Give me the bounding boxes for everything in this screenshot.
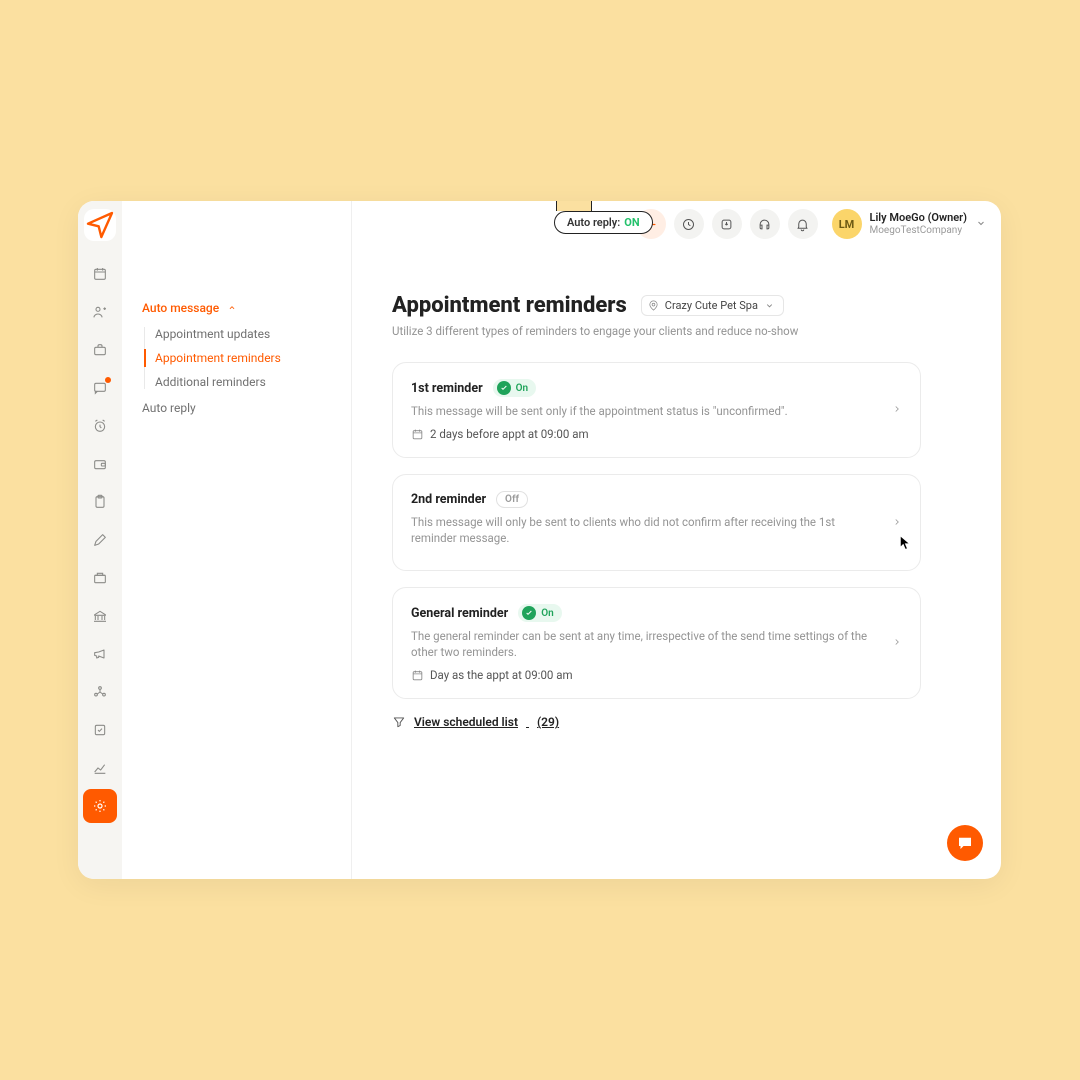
wallet-icon [92,456,108,472]
reminder-card-2nd[interactable]: 2nd reminder Off This message will only … [392,474,921,571]
gear-icon [92,798,108,814]
app-logo[interactable] [84,209,116,241]
user-company: MoegoTestCompany [870,225,968,237]
chevron-right-icon [892,403,902,417]
calendar-icon [92,266,108,282]
reminder-card-general[interactable]: General reminder On The general reminder… [392,587,921,699]
clock-icon [681,217,696,232]
rail-wallet[interactable] [83,447,117,481]
megaphone-icon [92,646,108,662]
calendar-icon [411,669,424,682]
rail-network[interactable] [83,675,117,709]
notification-dot-icon [105,377,111,383]
view-list-label: View scheduled list [414,715,518,729]
avatar: LM [832,209,862,239]
reminder-title: 2nd reminder [411,492,486,507]
check-icon [497,381,511,395]
nodes-icon [92,684,108,700]
calendar-icon [411,428,424,441]
rail-clock[interactable] [83,409,117,443]
reminder-description: This message will only be sent to client… [411,514,868,546]
chevron-right-icon [892,516,902,530]
sidebar-item-appointment-updates[interactable]: Appointment updates [155,327,331,341]
chevron-right-icon [892,636,902,650]
clipboard-icon [92,494,108,510]
rail-edit[interactable] [83,523,117,557]
reminder-description: The general reminder can be sent at any … [411,628,868,660]
sidebar-item-auto-reply[interactable]: Auto reply [142,401,196,415]
paper-plane-icon [84,209,116,241]
recent-button[interactable] [674,209,704,239]
pencil-icon [92,532,108,548]
checkbox-icon [92,722,108,738]
briefcase-icon [92,342,108,358]
chat-widget[interactable] [947,825,983,861]
user-menu[interactable]: LM Lily MoeGo (Owner) MoegoTestCompany [832,209,988,239]
store-icon [92,570,108,586]
sidebar-group-label: Auto message [142,301,219,315]
rail-settings[interactable] [83,789,117,823]
status-badge-off: Off [496,491,528,508]
rail-reports[interactable] [83,751,117,785]
autoreply-label: Auto reply: [567,216,620,229]
bank-icon [92,608,108,624]
chat-bubble-icon [956,834,974,852]
reminder-card-1st[interactable]: 1st reminder On This message will be sen… [392,362,921,458]
autoreply-state: ON [624,216,639,229]
alarm-icon [92,418,108,434]
reminder-description: This message will be sent only if the ap… [411,403,868,419]
status-badge-on: On [518,604,561,622]
pill-tail-icon [556,201,592,211]
headset-icon [757,217,772,232]
left-rail [78,201,122,879]
location-name: Crazy Cute Pet Spa [665,299,758,312]
status-badge-on: On [493,379,536,397]
location-selector[interactable]: Crazy Cute Pet Spa [641,295,784,316]
app-window: Auto reply: ON LM Lily MoeGo (Owner) Moe… [78,201,1001,879]
sidebar-group-auto-message[interactable]: Auto message [142,301,331,315]
rail-people[interactable] [83,295,117,329]
chevron-up-icon [227,303,237,313]
rail-checkbox[interactable] [83,713,117,747]
reminder-schedule: 2 days before appt at 09:00 am [411,427,868,441]
rail-messages[interactable] [83,371,117,405]
user-name: Lily MoeGo (Owner) [870,211,968,224]
rail-marketing[interactable] [83,637,117,671]
sidebar-item-appointment-reminders[interactable]: Appointment reminders [155,351,331,365]
settings-sidebar: Auto message Appointment updates Appoint… [122,201,352,879]
check-icon [522,606,536,620]
chevron-down-icon [764,300,775,311]
filter-icon [392,715,406,729]
view-scheduled-list-link[interactable]: View scheduled list (29) [392,715,921,729]
people-icon [92,304,108,320]
inbox-button[interactable] [712,209,742,239]
reminder-title: 1st reminder [411,381,483,396]
page-subtitle: Utilize 3 different types of reminders t… [392,324,921,338]
inbox-icon [719,217,734,232]
reminder-title: General reminder [411,606,508,621]
rail-calendar[interactable] [83,257,117,291]
reminder-schedule: Day as the appt at 09:00 am [411,668,868,682]
main-content: Appointment reminders Crazy Cute Pet Spa… [392,293,921,729]
chevron-down-icon [975,217,987,232]
autoreply-toggle[interactable]: Auto reply: ON [554,211,653,234]
view-list-count: (29) [537,715,559,729]
sidebar-item-additional-reminders[interactable]: Additional reminders [155,375,331,389]
rail-retail[interactable] [83,561,117,595]
rail-bank[interactable] [83,599,117,633]
rail-clipboard[interactable] [83,485,117,519]
page-title: Appointment reminders [392,293,627,318]
notifications-button[interactable] [788,209,818,239]
bell-icon [795,217,810,232]
location-icon [648,300,659,311]
chart-line-icon [92,760,108,776]
rail-briefcase[interactable] [83,333,117,367]
support-button[interactable] [750,209,780,239]
